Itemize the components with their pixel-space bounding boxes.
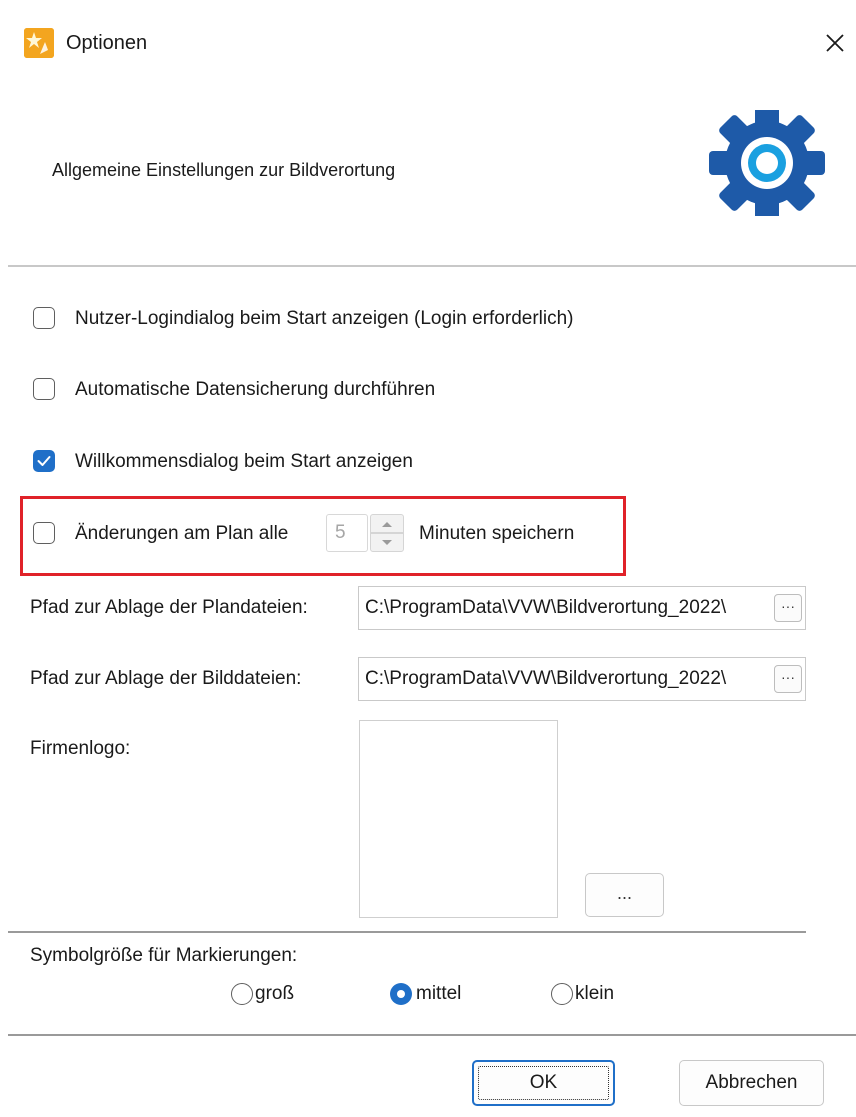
save-plan-unit-label: Minuten speichern	[419, 523, 575, 544]
header-divider	[8, 265, 856, 267]
save-interval-input[interactable]: 5	[326, 514, 368, 552]
login-dialog-label: Nutzer-Logindialog beim Start anzeigen (…	[75, 308, 574, 329]
auto-backup-label: Automatische Datensicherung durchführen	[75, 379, 436, 400]
radio-gross[interactable]	[231, 983, 253, 1005]
chevron-down-icon	[382, 540, 392, 545]
close-button[interactable]	[818, 26, 852, 60]
spin-down-button[interactable]	[370, 533, 404, 552]
save-plan-label: Änderungen am Plan alle	[75, 523, 289, 544]
logo-label: Firmenlogo:	[30, 738, 131, 759]
image-path-browse-button[interactable]: ···	[774, 665, 802, 693]
header-description: Allgemeine Einstellungen zur Bildverortu…	[52, 160, 396, 180]
image-path-label: Pfad zur Ablage der Bilddateien:	[30, 668, 302, 689]
chevron-up-icon	[382, 522, 392, 527]
radio-gross-label: groß	[255, 983, 295, 1004]
save-plan-checkbox[interactable]	[33, 522, 55, 544]
image-path-value: C:\ProgramData\VVW\Bildverortung_2022\	[365, 668, 727, 689]
cancel-button[interactable]: Abbrechen	[679, 1060, 824, 1106]
login-dialog-checkbox[interactable]	[33, 307, 55, 329]
save-interval-spinner	[370, 514, 404, 552]
plan-path-label: Pfad zur Ablage der Plandateien:	[30, 597, 308, 618]
plan-path-browse-button[interactable]: ···	[774, 594, 802, 622]
logo-divider	[8, 931, 806, 933]
auto-backup-checkbox[interactable]	[33, 378, 55, 400]
focus-ring	[478, 1066, 609, 1100]
radio-mittel-label: mittel	[416, 983, 462, 1004]
options-dialog: Optionen Allgemeine Einstellungen zur Bi…	[0, 0, 856, 1117]
close-icon	[826, 34, 844, 52]
footer-divider	[8, 1034, 856, 1036]
ok-button[interactable]: OK	[472, 1060, 615, 1106]
plan-path-value: C:\ProgramData\VVW\Bildverortung_2022\	[365, 597, 727, 618]
radio-klein[interactable]	[551, 983, 573, 1005]
image-path-input[interactable]: C:\ProgramData\VVW\Bildverortung_2022\ ·…	[358, 657, 806, 701]
radio-klein-label: klein	[575, 983, 615, 1004]
gear-icon	[700, 110, 834, 216]
radio-mittel[interactable]	[390, 983, 412, 1005]
symbol-size-label: Symbolgröße für Markierungen:	[30, 945, 298, 966]
logo-browse-button[interactable]: ...	[585, 873, 664, 917]
window-title: Optionen	[66, 32, 148, 54]
plan-path-input[interactable]: C:\ProgramData\VVW\Bildverortung_2022\ ·…	[358, 586, 806, 630]
checkmark-icon	[37, 456, 51, 466]
app-icon	[24, 28, 54, 58]
welcome-dialog-checkbox[interactable]	[33, 450, 55, 472]
welcome-dialog-label: Willkommensdialog beim Start anzeigen	[75, 451, 413, 472]
logo-preview	[359, 720, 558, 918]
spin-up-button[interactable]	[370, 514, 404, 533]
